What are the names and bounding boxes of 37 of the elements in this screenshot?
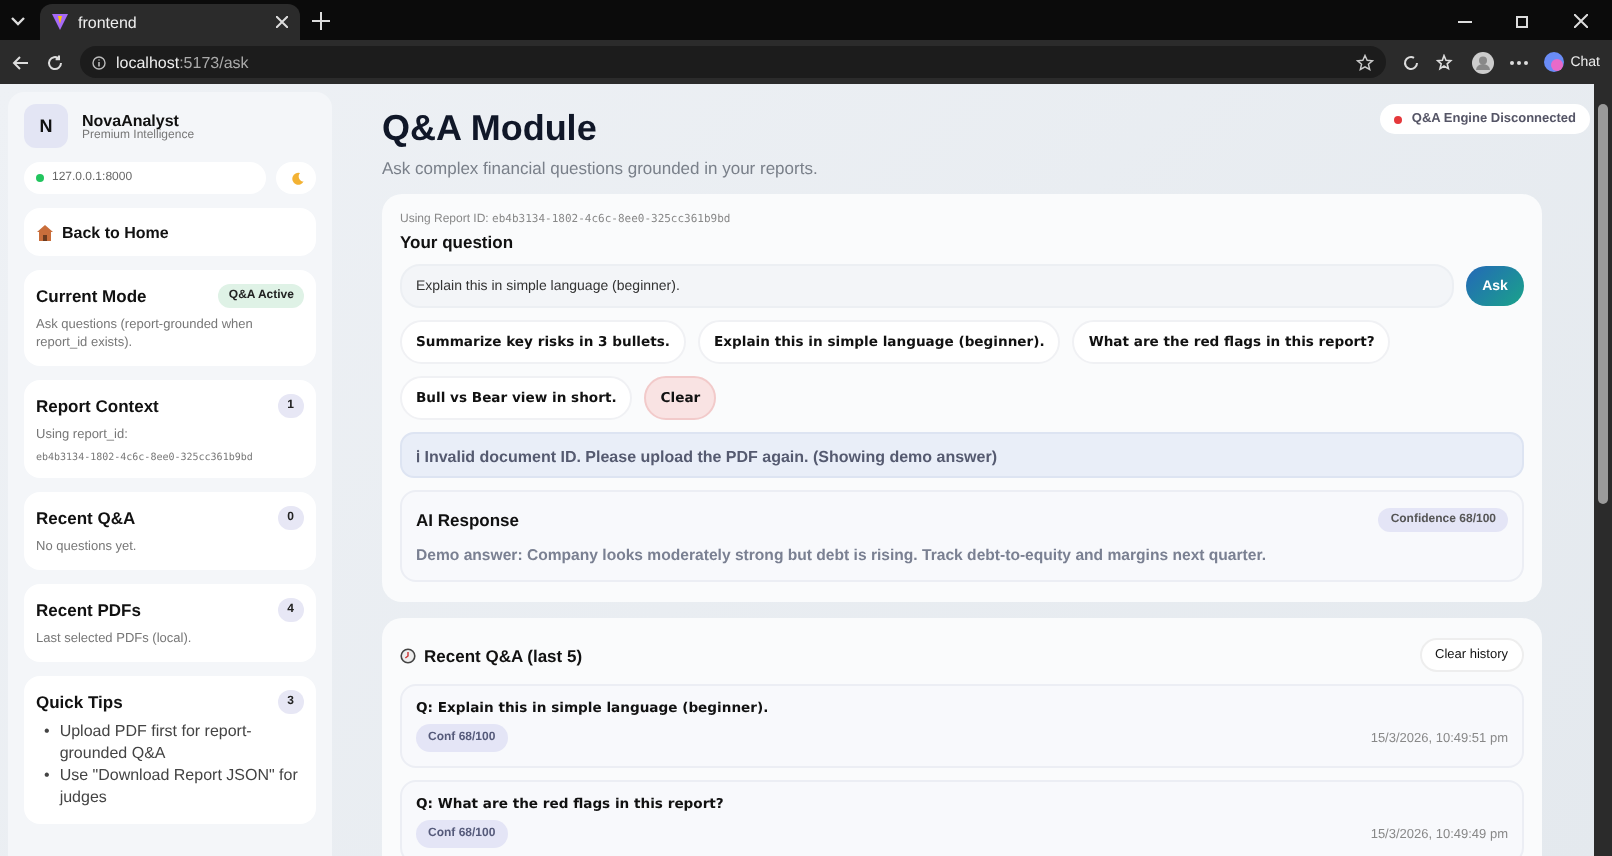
bullet-mark: • xyxy=(44,766,50,789)
card-title: Quick Tips xyxy=(36,692,123,713)
scrollbar-thumb[interactable] xyxy=(1598,104,1608,504)
brand-avatar: N xyxy=(24,104,68,148)
back-home-button[interactable]: Back to Home xyxy=(24,208,316,256)
more-icon[interactable] xyxy=(1510,59,1529,65)
page-title: Q&A Module xyxy=(382,108,599,150)
tip-item: Upload PDF first for report-grounded Q&A xyxy=(59,722,254,767)
tip-item: Use "Download Report JSON" for judges xyxy=(59,766,300,810)
favorites-icon[interactable] xyxy=(1436,53,1457,71)
close-icon[interactable] xyxy=(276,16,288,28)
address-bar[interactable]: localhost:5173/ask xyxy=(80,46,1387,78)
restore-icon[interactable] xyxy=(1516,13,1530,27)
error-notice: ℹ Invalid document ID. Please upload the PDF again. (Showing demo answer) xyxy=(400,432,1524,478)
clock-icon xyxy=(400,647,416,663)
response-title: AI Response xyxy=(416,510,519,530)
theme-toggle[interactable] xyxy=(276,162,316,194)
info-icon xyxy=(92,55,106,69)
back-arrow-icon[interactable] xyxy=(12,53,30,71)
browser-tab[interactable]: frontend xyxy=(40,4,300,40)
card-title: Current Mode xyxy=(36,286,147,306)
logo-icon xyxy=(52,14,68,30)
brand-name: NovaAnalyst xyxy=(82,111,179,129)
moon-icon xyxy=(289,171,303,185)
plus-icon[interactable] xyxy=(312,11,330,29)
house-icon xyxy=(36,223,54,241)
question-label: Your question xyxy=(400,232,516,252)
close-icon[interactable] xyxy=(1574,13,1588,27)
card-title: Report Context xyxy=(36,396,159,417)
bullet-mark: • xyxy=(44,722,50,745)
profile-icon[interactable] xyxy=(1472,51,1495,73)
card-title: Recent Q&A xyxy=(36,508,136,529)
page-subtitle: Ask complex financial questions grounded in your reports. xyxy=(382,158,818,178)
card-title: Recent PDFs xyxy=(36,600,141,621)
reload-icon[interactable] xyxy=(46,53,64,71)
history-title: Recent Q&A (last 5) xyxy=(424,645,583,665)
star-icon[interactable] xyxy=(1356,53,1375,71)
